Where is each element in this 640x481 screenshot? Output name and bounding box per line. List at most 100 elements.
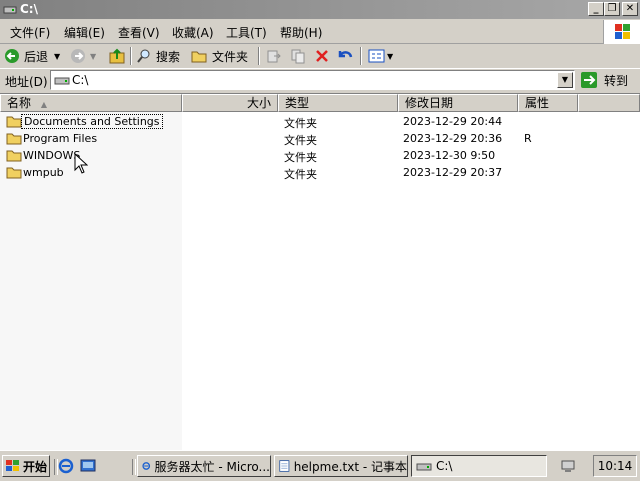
file-type: 文件夹 — [284, 151, 317, 164]
file-modified: 2023-12-29 20:37 — [403, 166, 503, 179]
toolbar: 后退 ▼ ▼ 搜索 文件夹 ▼ — [0, 44, 640, 69]
column-header-name[interactable]: 名称 ▲ — [0, 94, 182, 112]
column-modified-label: 修改日期 — [405, 96, 454, 110]
address-bar: 地址(D) C:\ ▼ 转到 — [0, 69, 640, 91]
column-size-label: 大小 — [246, 96, 271, 110]
menu-favorites[interactable]: 收藏(A) — [172, 24, 214, 41]
file-type: 文件夹 — [284, 134, 317, 147]
back-button[interactable]: 后退 ▼ — [4, 46, 60, 66]
menu-help[interactable]: 帮助(H) — [280, 24, 322, 41]
task-notepad[interactable]: helpme.txt - 记事本 — [274, 455, 408, 477]
folder-icon — [6, 133, 22, 145]
column-type-label: 类型 — [285, 96, 310, 110]
taskbar-separator — [132, 459, 136, 475]
file-modified: 2023-12-29 20:36 — [403, 132, 503, 145]
menu-view[interactable]: 查看(V) — [118, 24, 160, 41]
menu-tools[interactable]: 工具(T) — [226, 24, 267, 41]
delete-button[interactable] — [314, 46, 330, 66]
column-header-attributes[interactable]: 属性 — [518, 94, 578, 112]
taskbar: 开始 服务器太忙 - Micro... helpme.txt - 记事本 C:\… — [0, 450, 640, 481]
internet-explorer-icon — [142, 462, 151, 470]
toolbar-separator — [258, 47, 260, 65]
forward-dropdown-icon[interactable]: ▼ — [90, 52, 96, 61]
file-name: Documents and Settings — [21, 114, 163, 129]
delete-icon — [316, 50, 328, 62]
views-icon — [368, 49, 385, 63]
network-tray-icon[interactable] — [560, 458, 576, 474]
column-header-size[interactable]: 大小 — [182, 94, 278, 112]
sort-ascending-icon: ▲ — [40, 100, 47, 109]
table-row[interactable]: WINDOWS 文件夹 2023-12-30 9:50 — [0, 147, 640, 164]
minimize-button[interactable]: _ — [588, 2, 604, 16]
column-header-filler — [578, 94, 640, 112]
back-arrow-icon — [5, 49, 19, 63]
folders-button[interactable]: 文件夹 — [190, 46, 248, 66]
undo-button[interactable] — [336, 46, 354, 66]
address-field[interactable]: C:\ ▼ — [50, 70, 575, 90]
table-row[interactable]: wmpub 文件夹 2023-12-29 20:37 — [0, 164, 640, 181]
go-button[interactable]: 转到 — [580, 70, 628, 90]
file-type: 文件夹 — [284, 168, 317, 181]
copy-to-button[interactable] — [290, 46, 306, 66]
folders-label: 文件夹 — [212, 49, 249, 64]
file-list[interactable]: 名称 ▲ 大小 类型 修改日期 属性 Documents and Setting… — [0, 93, 640, 451]
show-desktop-icon[interactable] — [80, 458, 96, 474]
views-button[interactable]: ▼ — [368, 46, 393, 66]
task-label: 服务器太忙 - Micro... — [154, 459, 271, 474]
windows-flag-icon — [615, 24, 630, 39]
move-to-button[interactable] — [266, 46, 282, 66]
back-dropdown-icon[interactable]: ▼ — [54, 52, 60, 61]
task-label: helpme.txt - 记事本 — [293, 459, 407, 474]
title-bar[interactable]: C:\ _ ❐ ✕ — [0, 0, 640, 19]
up-folder-button[interactable] — [108, 46, 126, 66]
back-label: 后退 — [24, 49, 49, 64]
file-name: WINDOWS — [23, 149, 81, 162]
explorer-window: C:\ _ ❐ ✕ 文件(F) 编辑(E) 查看(V) 收藏(A) 工具(T) … — [0, 0, 640, 451]
menu-edit[interactable]: 编辑(E) — [64, 24, 105, 41]
column-header-type[interactable]: 类型 — [278, 94, 398, 112]
column-header-modified[interactable]: 修改日期 — [398, 94, 518, 112]
start-label: 开始 — [23, 459, 48, 474]
windows-flag-icon — [6, 460, 19, 471]
task-explorer-c-drive[interactable]: C:\ — [411, 455, 547, 477]
close-button[interactable]: ✕ — [622, 2, 638, 16]
restore-button[interactable]: ❐ — [604, 2, 620, 16]
views-dropdown-icon[interactable]: ▼ — [387, 52, 393, 61]
menu-bar: 文件(F) 编辑(E) 查看(V) 收藏(A) 工具(T) 帮助(H) — [0, 20, 640, 44]
clock-time: 10:14 — [597, 459, 633, 473]
file-name: Program Files — [23, 132, 98, 145]
address-dropdown-button[interactable]: ▼ — [557, 72, 573, 88]
address-value: C:\ — [72, 73, 89, 87]
folders-icon — [191, 51, 207, 63]
table-row[interactable]: Documents and Settings 文件夹 2023-12-29 20… — [0, 113, 640, 130]
system-clock[interactable]: 10:14 — [593, 455, 637, 477]
toolbar-separator — [130, 47, 132, 65]
file-type: 文件夹 — [284, 117, 317, 130]
menu-file[interactable]: 文件(F) — [10, 24, 50, 41]
column-attributes-label: 属性 — [525, 96, 550, 110]
task-ie-window[interactable]: 服务器太忙 - Micro... — [137, 455, 271, 477]
file-name: wmpub — [23, 166, 64, 179]
windows-logo — [603, 20, 640, 44]
move-to-icon — [267, 50, 281, 63]
drive-icon — [3, 6, 17, 14]
file-modified: 2023-12-29 20:44 — [403, 115, 503, 128]
notepad-icon — [279, 460, 290, 472]
toolbar-separator — [360, 47, 362, 65]
file-attributes: R — [524, 132, 532, 145]
search-label: 搜索 — [156, 49, 181, 64]
up-folder-icon — [109, 48, 125, 64]
folder-icon — [6, 116, 22, 128]
copy-to-icon — [291, 49, 305, 64]
table-row[interactable]: Program Files 文件夹 2023-12-29 20:36 R — [0, 130, 640, 147]
go-arrow-icon — [581, 72, 597, 88]
drive-icon — [54, 77, 70, 85]
column-name-label: 名称 — [7, 96, 32, 110]
search-button[interactable]: 搜索 — [136, 46, 180, 66]
drive-icon — [416, 463, 432, 471]
address-label: 地址(D) — [5, 75, 48, 89]
start-button[interactable]: 开始 — [2, 455, 50, 477]
forward-button[interactable]: ▼ — [70, 46, 96, 66]
undo-icon — [338, 51, 353, 58]
internet-explorer-icon[interactable] — [58, 458, 74, 474]
